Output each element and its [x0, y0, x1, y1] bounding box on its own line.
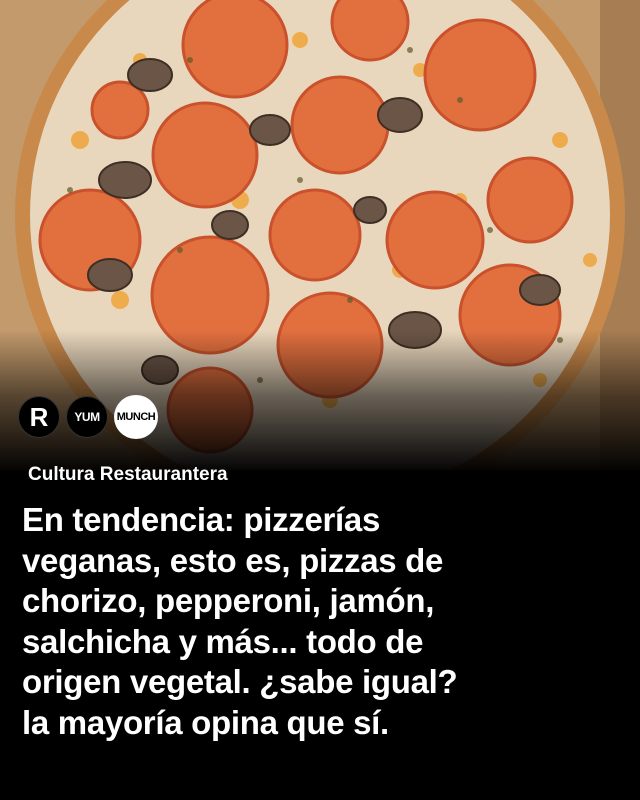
- yum-logo: YUM: [66, 396, 108, 438]
- section-label: Cultura Restaurantera: [28, 464, 228, 485]
- munch-logo: MUNCH: [114, 395, 158, 439]
- headline: En tendencia: pizzerías veganas, esto es…: [22, 501, 458, 741]
- brand-logos: R YUM MUNCH: [18, 395, 158, 439]
- r-logo: R: [18, 396, 60, 438]
